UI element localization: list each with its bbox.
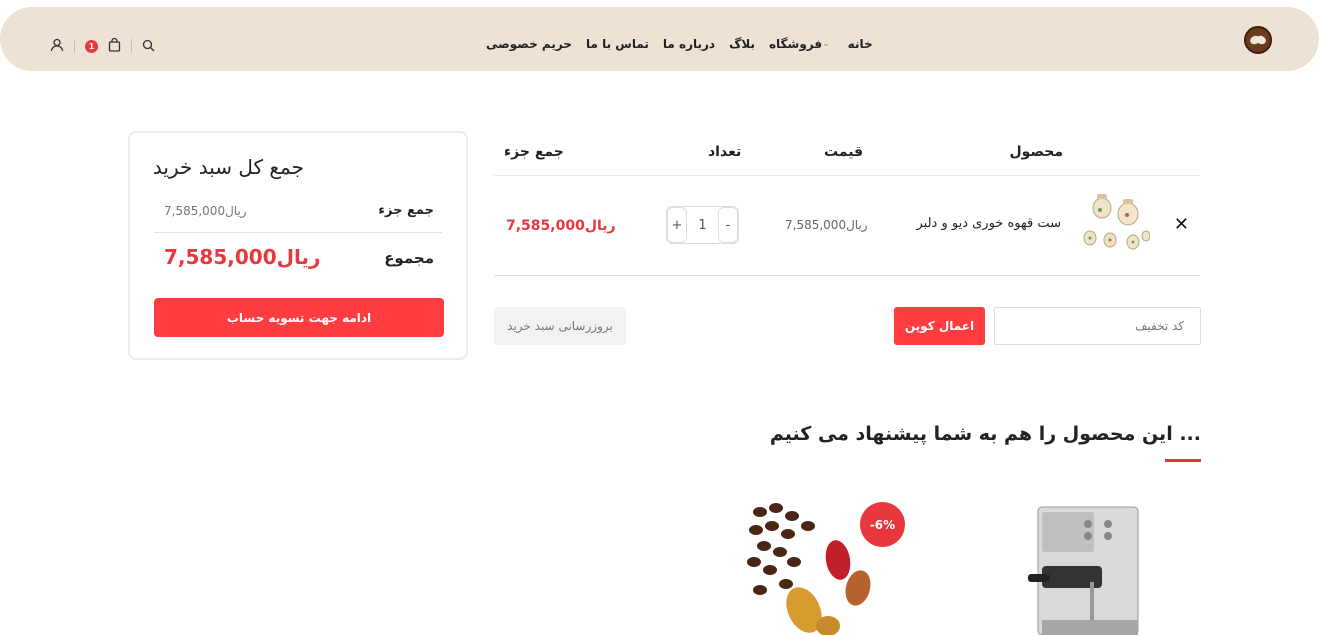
update-cart-button[interactable]: بروزرسانی سبد خرید <box>494 307 626 345</box>
divider <box>131 39 132 53</box>
cart-totals-card: جمع کل سبد خرید جمع جزء ریال7,585,000 مج… <box>128 131 468 360</box>
espresso-machine-image[interactable] <box>1028 502 1144 635</box>
chevron-down-icon: ⌄ <box>822 39 830 49</box>
search-icon[interactable] <box>142 37 155 56</box>
product-name[interactable]: ست قهوه خوری دیو و دلبر <box>916 216 1061 231</box>
nav-item-home[interactable]: خانه <box>848 37 873 51</box>
main-nav: خانه فروشگاه ⌄ بلاگ درباره ما تماس با ما… <box>486 29 873 59</box>
logo[interactable] <box>1244 26 1272 54</box>
cart-row: ✕ ست قهوه خوری دیو و دلبر ریال7,585,000 … <box>494 176 1201 276</box>
nav-item-contact[interactable]: تماس با ما <box>586 37 649 51</box>
product-thumbnail[interactable] <box>1080 192 1150 252</box>
nav-item-about[interactable]: درباره ما <box>663 37 715 51</box>
column-quantity: تعداد <box>708 144 742 160</box>
cart-table: محصول قیمت تعداد جمع جزء ✕ ست قهوه خوری … <box>494 132 1201 276</box>
column-product: محصول <box>1009 144 1063 160</box>
total-label: مجموع <box>384 249 434 267</box>
cart-totals-title: جمع کل سبد خرید <box>152 155 304 179</box>
cart-table-header: محصول قیمت تعداد جمع جزء <box>494 132 1201 176</box>
suggested-section-title: این محصول را هم به شما پیشنهاد می کنیم .… <box>769 423 1201 445</box>
nav-item-blog[interactable]: بلاگ <box>729 37 755 51</box>
quantity-value[interactable]: 1 <box>687 218 718 233</box>
cart-count-badge: 1 <box>85 39 98 53</box>
shopping-bag-icon[interactable] <box>108 37 121 56</box>
site-header: خانه فروشگاه ⌄ بلاگ درباره ما تماس با ما… <box>0 7 1319 71</box>
nav-item-shop[interactable]: فروشگاه ⌄ <box>769 37 834 51</box>
nav-item-shop-label: فروشگاه <box>768 37 823 51</box>
totals-subtotal-row: جمع جزء ریال7,585,000 <box>154 193 442 233</box>
subtotal-label: جمع جزء <box>378 203 434 218</box>
divider <box>74 39 75 53</box>
remove-item-icon[interactable]: ✕ <box>1174 214 1189 235</box>
coffee-bean-logo-icon <box>1250 35 1266 45</box>
nav-item-privacy[interactable]: حریم خصوصی <box>486 37 572 51</box>
row-subtotal: ریال7,585,000 <box>506 218 616 234</box>
header-actions: 1 <box>50 36 155 56</box>
totals-total-row: مجموع ریال7,585,000 <box>154 239 442 279</box>
discount-badge: -6% <box>860 502 905 547</box>
subtotal-value: ریال7,585,000 <box>164 204 247 218</box>
coupon-input[interactable] <box>994 307 1201 345</box>
checkout-button[interactable]: ادامه جهت تسویه حساب <box>154 298 444 337</box>
quantity-stepper: + 1 - <box>666 206 739 244</box>
product-price: ریال7,585,000 <box>785 218 868 232</box>
column-price: قیمت <box>824 144 864 160</box>
total-value: ریال7,585,000 <box>164 245 321 269</box>
decrease-quantity-button[interactable]: - <box>718 207 738 243</box>
column-subtotal: جمع جزء <box>504 144 564 160</box>
increase-quantity-button[interactable]: + <box>667 207 687 243</box>
title-underline <box>1165 459 1201 462</box>
user-icon[interactable] <box>50 37 64 56</box>
apply-coupon-button[interactable]: اعمال کوپن <box>894 307 985 345</box>
